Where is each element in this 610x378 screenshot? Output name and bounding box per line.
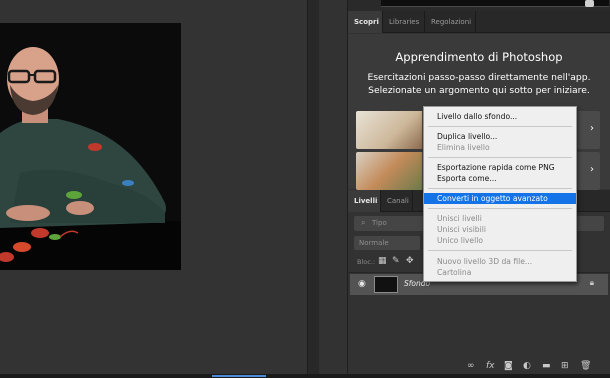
learn-description: Esercitazioni passo-passo direttamente n… [367,72,591,96]
taskbar-edge [0,374,610,378]
context-menu: Livello dallo sfondo... Duplica livello.… [423,106,577,282]
menu-item-unisci-visibili[interactable]: Unisci visibili [424,224,576,235]
document-canvas[interactable] [0,0,307,378]
lock-position-icon[interactable]: ✥ [406,256,414,266]
tab-livelli[interactable]: Livelli [348,190,381,212]
navigator-preview [381,0,609,7]
new-layer-icon[interactable]: ⊞ [561,361,569,371]
tab-regolazioni[interactable]: Regolazioni [425,11,476,33]
blend-mode-value: Normale [359,239,389,247]
menu-separator [428,157,572,158]
search-icon: ⌕ [361,218,366,227]
menu-item-esportazione-rapida-png[interactable]: Esportazione rapida come PNG [424,162,576,173]
layers-footer: ∞ fx ◙ ◐ ▬ ⊞ 🗑︎ [348,360,610,375]
lock-icon: 🔒︎ [589,278,594,287]
blend-mode-select[interactable]: Normale [354,236,420,250]
adjustment-layer-icon[interactable]: ◐ [523,361,531,371]
lock-transparent-pixels-icon[interactable]: ▦ [378,256,387,266]
navigator-strip [348,0,610,11]
layer-thumbnail [374,276,398,293]
mask-icon[interactable]: ◙ [504,361,513,371]
link-icon[interactable]: ∞ [467,361,475,371]
taskbar-active-indicator [212,375,266,377]
menu-item-esporta-come[interactable]: Esporta come... [424,173,576,184]
lock-image-pixels-icon[interactable]: ✎ [392,256,400,266]
menu-item-unico-livello[interactable]: Unico livello [424,235,576,246]
fx-icon[interactable]: fx [486,361,495,371]
learn-title: Apprendimento di Photoshop [395,50,563,64]
collapsed-panel-strip [319,0,348,378]
menu-item-unisci-livelli[interactable]: Unisci livelli [424,213,576,224]
eye-icon[interactable]: ◉ [358,279,366,289]
menu-item-converti-oggetto-avanzato[interactable]: Converti in oggetto avanzato [424,193,576,204]
menu-item-duplica-livello[interactable]: Duplica livello... [424,131,576,142]
trash-icon[interactable]: 🗑︎ [580,361,591,371]
tab-libraries[interactable]: Libraries [383,11,425,33]
menu-separator [428,208,572,209]
chevron-right-icon: › [590,164,594,175]
navigator-scroll-handle[interactable] [585,0,594,7]
menu-item-nuovo-livello-3d[interactable]: Nuovo livello 3D da file... [424,256,576,267]
chevron-right-icon: › [590,123,594,134]
menu-item-cartolina[interactable]: Cartolina [424,267,576,278]
menu-item-elimina-livello[interactable]: Elimina livello [424,142,576,153]
menu-separator [428,126,572,127]
portrait-photo [0,23,181,270]
tab-canali[interactable]: Canali [381,190,413,212]
layer-filter-kind: Tipo [372,219,387,227]
photoshop-window: Scopri Libraries Regolazioni Apprendimen… [0,0,610,378]
document-image [0,23,181,270]
panel-splitter[interactable] [307,0,319,378]
tutorial-thumbnail [356,152,422,190]
folder-icon[interactable]: ▬ [542,361,551,371]
menu-item-livello-dallo-sfondo[interactable]: Livello dallo sfondo... [424,111,576,122]
tab-scopri[interactable]: Scopri [348,11,383,33]
lock-label: Bloc.: [357,258,376,266]
tutorial-thumbnail [356,111,422,149]
menu-separator [428,188,572,189]
menu-separator [428,250,572,251]
learn-tabbar: Scopri Libraries Regolazioni [348,11,610,33]
